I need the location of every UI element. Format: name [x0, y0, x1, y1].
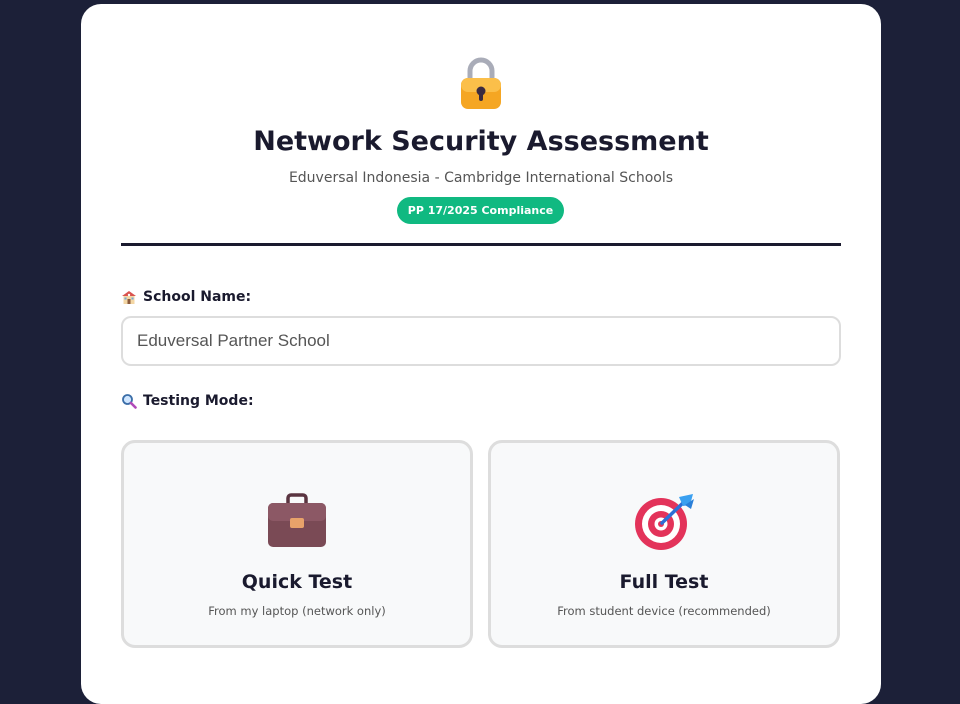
- school-name-label: School Name:: [121, 289, 251, 305]
- quick-test-option[interactable]: Quick Test From my laptop (network only): [121, 440, 473, 648]
- quick-test-description: From my laptop (network only): [208, 604, 386, 618]
- full-test-title: Full Test: [619, 571, 709, 593]
- target-icon: [635, 494, 694, 550]
- lock-icon: [461, 57, 501, 109]
- school-name-input[interactable]: [121, 316, 841, 366]
- testing-mode-label-text: Testing Mode:: [143, 393, 254, 409]
- school-name-label-text: School Name:: [143, 289, 252, 305]
- header-divider: [121, 243, 841, 246]
- page-subtitle: Eduversal Indonesia - Cambridge Internat…: [288, 170, 674, 186]
- testing-mode-label: Testing Mode:: [121, 393, 254, 409]
- school-icon: [122, 291, 136, 304]
- full-test-description: From student device (recommended): [557, 604, 771, 618]
- page-title: Network Security Assessment: [253, 126, 709, 157]
- full-test-option[interactable]: Full Test From student device (recommend…: [488, 440, 840, 648]
- magnifier-icon: [122, 394, 137, 409]
- compliance-badge: PP 17/2025 Compliance Test: [397, 197, 564, 244]
- quick-test-title: Quick Test: [241, 571, 353, 593]
- assessment-card: Network Security Assessment Eduversal In…: [81, 4, 881, 704]
- briefcase-icon: [268, 493, 326, 547]
